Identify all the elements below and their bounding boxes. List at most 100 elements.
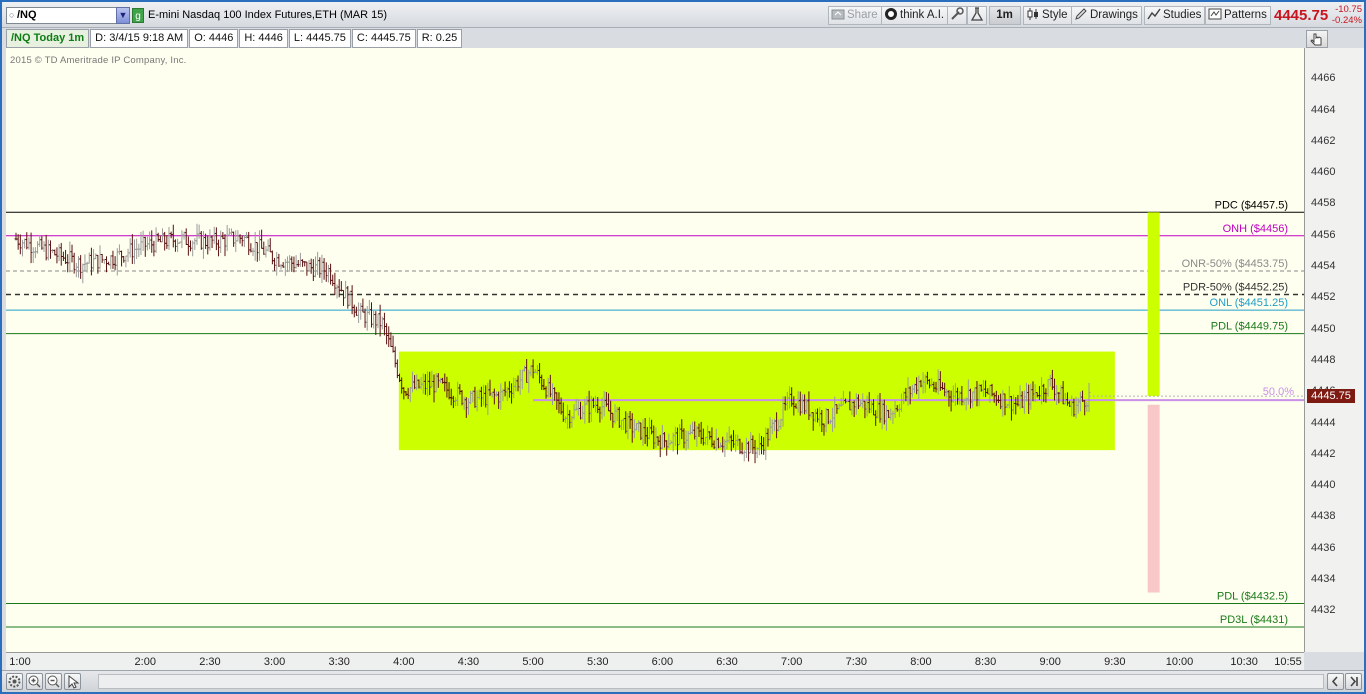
level-label: ONL ($4451.25) [1210, 297, 1288, 309]
time-tick-label: 8:30 [974, 656, 997, 668]
level-label: ONR-50% ($4453.75) [1182, 258, 1288, 270]
chevron-left-icon [1331, 676, 1338, 687]
chart-toolbar: ○ /NQ ▼ g E-mini Nasdaq 100 Index Future… [2, 2, 1364, 28]
time-tick-label: 2:00 [134, 656, 156, 668]
time-tick-label: 5:30 [587, 656, 609, 668]
price-change: -10.75 -0.24% [1330, 4, 1362, 26]
time-tick-label: 6:30 [716, 656, 738, 668]
symbol-text: /NQ [17, 9, 37, 21]
symbol-input[interactable]: ○ /NQ [6, 7, 118, 24]
time-tick-label: 9:00 [1039, 656, 1061, 668]
chart-background [6, 48, 1304, 652]
chart-canvas[interactable]: PDC ($4457.5) ONH ($4456) ONR-50% ($4453.7… [6, 48, 1304, 652]
symbol-link-icon: ○ [9, 10, 15, 20]
symbol-dropdown-button[interactable]: ▼ [116, 7, 130, 24]
price-tick-label: 4442 [1311, 447, 1336, 460]
time-tick-label: 10:00 [1165, 656, 1194, 668]
price-tick-label: 4456 [1311, 228, 1336, 241]
info-low: L: 4445.75 [288, 29, 351, 48]
time-tick-label: 2:30 [199, 656, 221, 668]
studies-icon [1147, 8, 1161, 20]
price-tick-label: 4436 [1311, 541, 1336, 554]
price-tick-label: 4454 [1311, 260, 1336, 273]
bull-projection-bar [1147, 212, 1160, 397]
settings-gear-button[interactable] [6, 673, 23, 690]
price-tick-label: 4466 [1311, 72, 1336, 85]
style-button[interactable]: Style [1023, 6, 1072, 25]
price-tick-label: 4440 [1311, 479, 1336, 492]
scroll-left-button[interactable] [1327, 673, 1344, 690]
drawings-button[interactable]: Drawings [1071, 6, 1142, 25]
time-tick-label: 4:30 [457, 656, 480, 668]
time-tick-label: 10:55 [1274, 656, 1302, 668]
price-tick-label: 4450 [1311, 322, 1336, 335]
think-ai-icon [885, 8, 897, 20]
time-tick-label: 5:00 [522, 656, 544, 668]
chart-info-bar: /NQ Today 1m D: 3/4/15 9:18 AM O: 4446 H… [6, 29, 463, 48]
level-label: PDC ($4457.5) [1215, 199, 1288, 211]
time-scrollbar[interactable] [98, 674, 1324, 689]
flask-button[interactable] [967, 6, 987, 25]
price-change-abs: -10.75 [1335, 4, 1362, 15]
price-tick-label: 4448 [1311, 353, 1336, 366]
share-icon [831, 9, 845, 20]
price-tick-label: 4462 [1311, 134, 1336, 147]
info-close: C: 4445.75 [351, 29, 416, 48]
time-tick-label: 3:00 [263, 656, 286, 668]
link-group-badge[interactable]: g [132, 8, 144, 23]
price-tick-label: 4432 [1311, 604, 1336, 617]
studies-button[interactable]: Studies [1144, 6, 1206, 25]
time-tick-label: 6:00 [651, 656, 674, 668]
time-tick-label: 8:00 [910, 656, 932, 668]
pointer-button[interactable] [64, 673, 81, 690]
study-label[interactable]: /NQ Today 1m [6, 29, 90, 48]
time-tick-label: 10:30 [1230, 656, 1258, 668]
level-label: ONH ($4456) [1223, 223, 1288, 235]
time-tick-label: 4:00 [393, 656, 415, 668]
info-open: O: 4446 [189, 29, 239, 48]
think-ai-button[interactable]: think A.I. [881, 6, 949, 25]
patterns-button[interactable]: Patterns [1205, 6, 1271, 25]
candlestick-icon [1027, 8, 1038, 20]
chart-bottom-bar [2, 670, 1364, 692]
instrument-description: E-mini Nasdaq 100 Index Futures,ETH (MAR… [148, 9, 388, 21]
level-label: PDR-50% ($4452.25) [1183, 281, 1288, 293]
price-chart[interactable]: PDC ($4457.5) ONH ($4456) ONR-50% ($4453.7… [6, 48, 1304, 652]
zoom-in-icon [28, 675, 41, 688]
time-tick-label: 3:30 [328, 656, 350, 668]
zoom-out-button[interactable] [45, 673, 62, 690]
copyright-text: 2015 © TD Ameritrade IP Company, Inc. [10, 55, 187, 66]
info-range: R: 0.25 [416, 29, 463, 48]
time-tick-label: 7:30 [845, 656, 868, 668]
timeframe-button[interactable]: 1m [989, 6, 1021, 25]
price-tick-label: 4434 [1311, 573, 1336, 586]
wrench-icon [951, 7, 964, 20]
zoom-out-icon [47, 675, 60, 688]
pencil-icon [1075, 8, 1087, 20]
price-axis[interactable]: 4466 4464 4462 4460 4458 4456 4454 4452 4450 4448… [1304, 48, 1364, 652]
price-tick-label: 4444 [1311, 416, 1336, 429]
scroll-end-button[interactable] [1345, 673, 1362, 690]
gear-icon [8, 675, 21, 688]
info-high: H: 4446 [239, 29, 288, 48]
flask-icon [970, 7, 984, 21]
cursor-hand-icon [1310, 33, 1322, 46]
price-change-pct: -0.24% [1331, 15, 1362, 26]
time-tick-label: 9:30 [1104, 656, 1126, 668]
chart-settings-button[interactable] [1306, 30, 1328, 48]
last-price-tag: 4445.75 [1307, 389, 1355, 404]
price-tick-label: 4464 [1311, 103, 1336, 116]
level-label: PDL ($4449.75) [1211, 321, 1288, 333]
bear-projection-bar [1147, 404, 1160, 593]
zoom-in-button[interactable] [26, 673, 43, 690]
time-axis[interactable]: 1:00 2:00 2:30 3:00 3:30 4:00 4:30 5:00 5:30 6:00… [6, 652, 1304, 670]
price-tick-label: 4460 [1311, 166, 1336, 179]
share-button[interactable]: Share [828, 6, 882, 25]
time-tick-label: 1:00 [9, 656, 31, 668]
level-label: PDL ($4432.5) [1217, 590, 1288, 602]
skip-end-icon [1350, 676, 1358, 687]
last-price: 4445.75 [1274, 7, 1329, 24]
wrench-button[interactable] [947, 6, 967, 25]
time-tick-label: 7:00 [780, 656, 803, 668]
price-tick-label: 4458 [1311, 197, 1336, 210]
